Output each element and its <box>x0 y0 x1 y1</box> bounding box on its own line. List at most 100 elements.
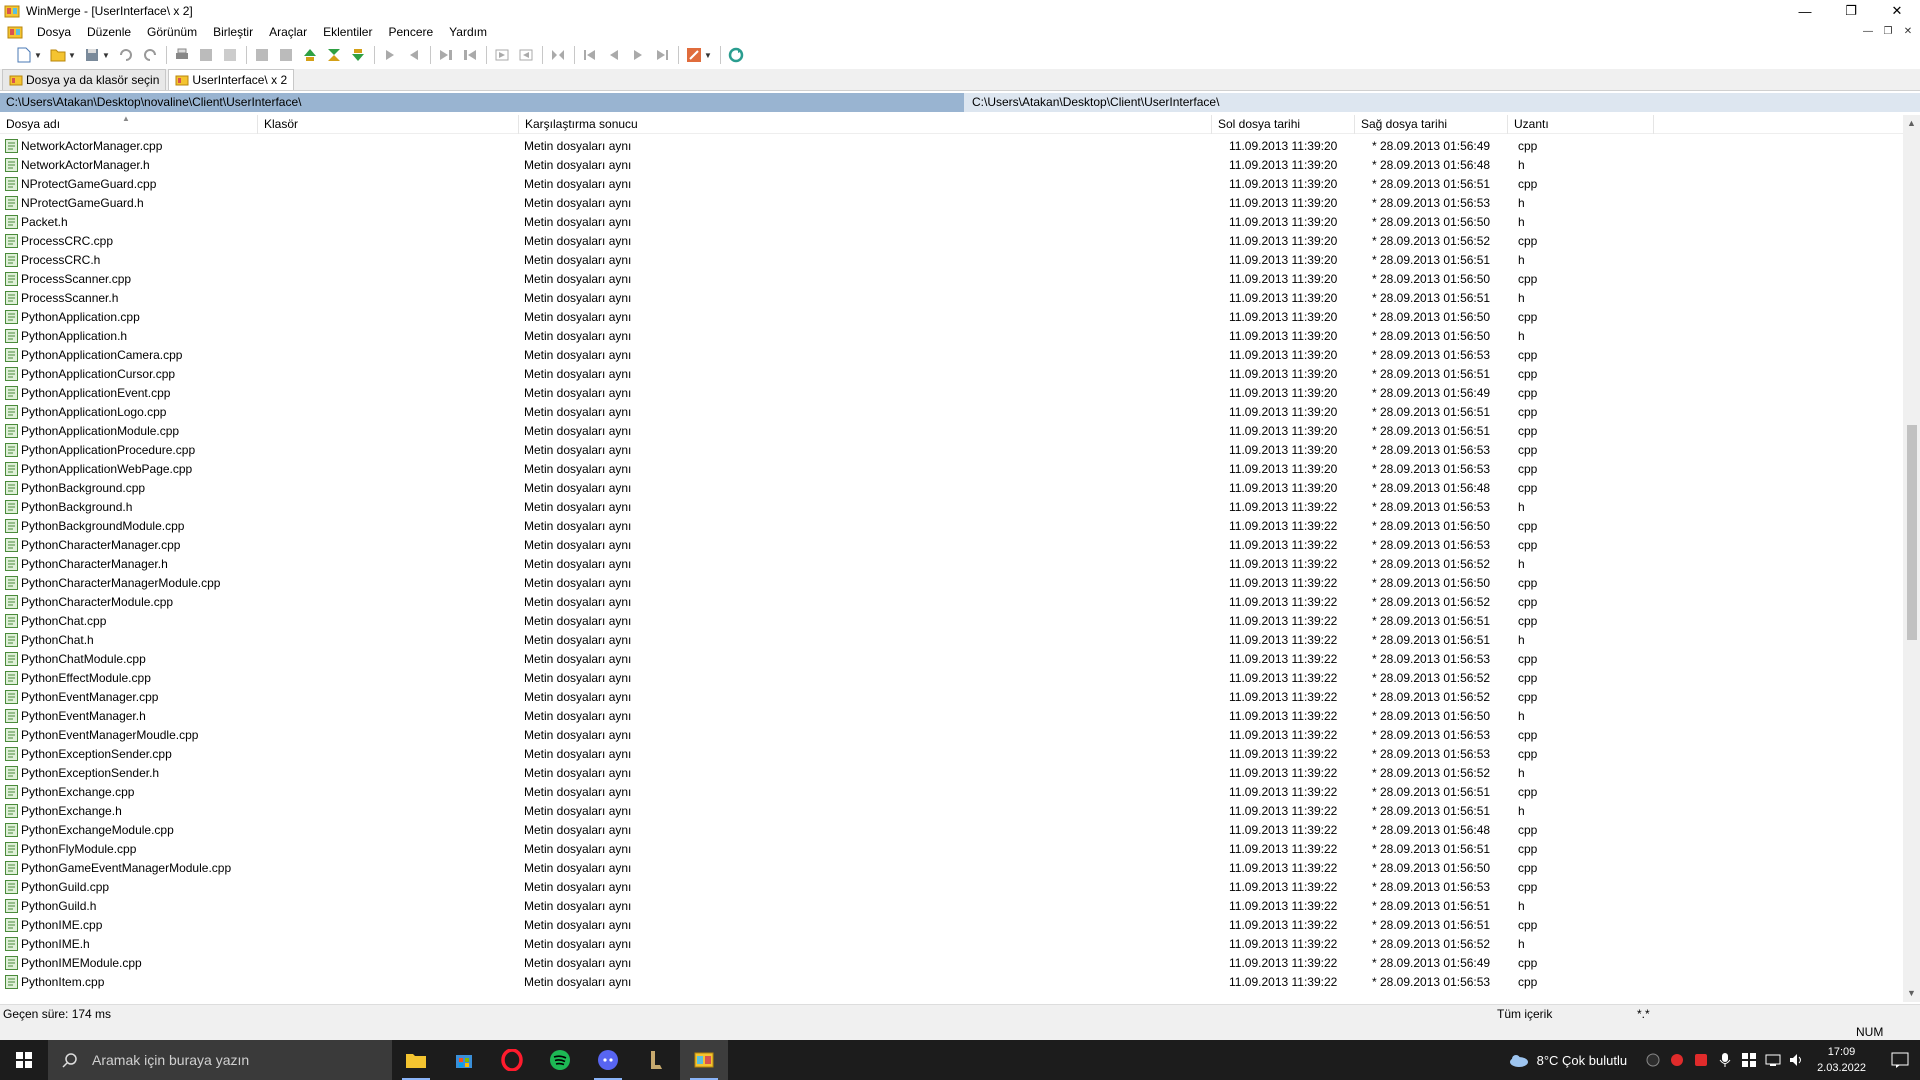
table-row[interactable]: PythonIME.h Metin dosyaları aynı 11.09.201… <box>0 934 1904 953</box>
save-icon[interactable] <box>82 45 102 65</box>
copy-right-advance-icon[interactable] <box>436 45 456 65</box>
table-row[interactable]: PythonBackground.cpp Metin dosyaları aynı… <box>0 478 1904 497</box>
table-row[interactable]: PythonExchangeModule.cpp Metin dosyaları … <box>0 820 1904 839</box>
table-row[interactable]: PythonApplication.h Metin dosyaları aynı 1… <box>0 326 1904 345</box>
mdi-close-button[interactable]: ✕ <box>1898 22 1918 42</box>
tab-select-files[interactable]: Dosya ya da klasör seçin <box>2 69 167 90</box>
file-explorer-icon[interactable] <box>392 1040 440 1080</box>
scroll-thumb[interactable] <box>1907 425 1917 640</box>
table-row[interactable]: PythonGuild.cpp Metin dosyaları aynı 11.09… <box>0 877 1904 896</box>
table-row[interactable]: PythonChat.h Metin dosyaları aynı 11.09.20… <box>0 630 1904 649</box>
table-row[interactable]: PythonExceptionSender.cpp Metin dosyaları… <box>0 744 1904 763</box>
copy-left-icon[interactable] <box>404 45 424 65</box>
right-path[interactable]: C:\Users\Atakan\Desktop\Client\UserInter… <box>964 93 1920 112</box>
menu-dosya[interactable]: Dosya <box>29 22 79 42</box>
table-row[interactable]: PythonApplicationCursor.cpp Metin dosyala… <box>0 364 1904 383</box>
discord-icon[interactable] <box>584 1040 632 1080</box>
network-icon[interactable] <box>1761 1053 1785 1067</box>
mdi-restore-button[interactable]: ❐ <box>1878 22 1898 42</box>
table-row[interactable]: PythonChat.cpp Metin dosyaları aynı 11.09.… <box>0 611 1904 630</box>
spotify-icon[interactable] <box>536 1040 584 1080</box>
restore-button[interactable]: ❐ <box>1828 0 1874 22</box>
vertical-scrollbar[interactable]: ▲ ▼ <box>1903 115 1920 1002</box>
header-left-date[interactable]: Sol dosya tarihi <box>1212 115 1355 134</box>
table-row[interactable]: PythonBackgroundModule.cpp Metin dosyalar… <box>0 516 1904 535</box>
table-row[interactable]: NProtectGameGuard.cpp Metin dosyaları ayn… <box>0 174 1904 193</box>
menu-birlestir[interactable]: Birleştir <box>205 22 261 42</box>
menu-duzenle[interactable]: Düzenle <box>79 22 139 42</box>
microsoft-store-icon[interactable] <box>440 1040 488 1080</box>
taskbar-clock[interactable]: 17:09 2.03.2022 <box>1817 1044 1866 1076</box>
table-row[interactable]: PythonExchange.h Metin dosyaları aynı 11.0… <box>0 801 1904 820</box>
minimize-button[interactable]: — <box>1782 0 1828 22</box>
open-folder-icon[interactable] <box>48 45 68 65</box>
league-of-legends-icon[interactable] <box>632 1040 680 1080</box>
table-row[interactable]: PythonExchange.cpp Metin dosyaları aynı 11… <box>0 782 1904 801</box>
tray-red-app-icon[interactable] <box>1665 1053 1689 1067</box>
volume-icon[interactable] <box>1785 1053 1809 1067</box>
collapse-icon[interactable] <box>276 45 296 65</box>
copy-left-advance-icon[interactable] <box>460 45 480 65</box>
tab-userinterface[interactable]: UserInterface\ x 2 <box>168 69 295 90</box>
table-row[interactable]: PythonApplication.cpp Metin dosyaları ayn… <box>0 307 1904 326</box>
expand-icon[interactable] <box>252 45 272 65</box>
table-row[interactable]: PythonApplicationCamera.cpp Metin dosyala… <box>0 345 1904 364</box>
menu-pencere[interactable]: Pencere <box>380 22 441 42</box>
header-right-date[interactable]: Sağ dosya tarihi <box>1355 115 1508 134</box>
table-row[interactable]: PythonApplicationProcedure.cpp Metin dosy… <box>0 440 1904 459</box>
table-row[interactable]: PythonFlyModule.cpp Metin dosyaları aynı 1… <box>0 839 1904 858</box>
copy-up-icon[interactable] <box>220 45 240 65</box>
table-row[interactable]: PythonCharacterManagerModule.cpp Metin do… <box>0 573 1904 592</box>
weather-widget[interactable]: 8°C Çok bulutlu <box>1507 1052 1627 1068</box>
redo-icon[interactable] <box>140 45 160 65</box>
header-compare-result[interactable]: Karşılaştırma sonucu <box>519 115 1212 134</box>
all-left-icon[interactable] <box>516 45 536 65</box>
table-row[interactable]: NetworkActorManager.cpp Metin dosyaları a… <box>0 136 1904 155</box>
table-row[interactable]: PythonIME.cpp Metin dosyaları aynı 11.09.2… <box>0 915 1904 934</box>
nav-first-icon[interactable] <box>580 45 600 65</box>
new-dropdown-icon[interactable]: ▼ <box>34 51 42 60</box>
table-row[interactable]: PythonApplicationWebPage.cpp Metin dosyal… <box>0 459 1904 478</box>
table-row[interactable]: NetworkActorManager.h Metin dosyaları ayn… <box>0 155 1904 174</box>
notifications-icon[interactable] <box>1880 1052 1920 1068</box>
file-mask[interactable]: *.* <box>1637 1005 1650 1023</box>
table-row[interactable]: Packet.h Metin dosyaları aynı 11.09.2013 1… <box>0 212 1904 231</box>
table-row[interactable]: PythonCharacterManager.h Metin dosyaları … <box>0 554 1904 573</box>
table-row[interactable]: PythonEventManager.cpp Metin dosyaları ay… <box>0 687 1904 706</box>
open-dropdown-icon[interactable]: ▼ <box>68 51 76 60</box>
table-row[interactable]: PythonChatModule.cpp Metin dosyaları aynı… <box>0 649 1904 668</box>
table-row[interactable]: PythonBackground.h Metin dosyaları aynı 11… <box>0 497 1904 516</box>
refresh-icon[interactable] <box>726 45 746 65</box>
nav-last-icon[interactable] <box>652 45 672 65</box>
content-filter[interactable]: Tüm içerik <box>1497 1005 1552 1023</box>
scroll-down-icon[interactable]: ▼ <box>1903 985 1920 1002</box>
table-row[interactable]: PythonIMEModule.cpp Metin dosyaları aynı 1… <box>0 953 1904 972</box>
microphone-icon[interactable] <box>1713 1052 1737 1068</box>
options-dropdown-icon[interactable]: ▼ <box>704 51 712 60</box>
close-button[interactable]: ✕ <box>1874 0 1920 22</box>
menu-yardim[interactable]: Yardım <box>441 22 495 42</box>
menu-araclar[interactable]: Araçlar <box>261 22 315 42</box>
save-dropdown-icon[interactable]: ▼ <box>102 51 110 60</box>
table-row[interactable]: ProcessScanner.cpp Metin dosyaları aynı 11… <box>0 269 1904 288</box>
tray-app-icon[interactable] <box>1641 1053 1665 1067</box>
opera-browser-icon[interactable] <box>488 1040 536 1080</box>
table-row[interactable]: PythonGuild.h Metin dosyaları aynı 11.09.2… <box>0 896 1904 915</box>
menu-eklentiler[interactable]: Eklentiler <box>315 22 380 42</box>
copy-down-icon[interactable] <box>196 45 216 65</box>
nav-prev-icon[interactable] <box>604 45 624 65</box>
header-folder[interactable]: Klasör <box>258 115 519 134</box>
last-diff-icon[interactable] <box>348 45 368 65</box>
mdi-minimize-button[interactable]: — <box>1858 22 1878 42</box>
table-row[interactable]: PythonEventManager.h Metin dosyaları aynı… <box>0 706 1904 725</box>
table-row[interactable]: PythonItem.cpp Metin dosyaları aynı 11.09.… <box>0 972 1904 991</box>
table-row[interactable]: ProcessScanner.h Metin dosyaları aynı 11.0… <box>0 288 1904 307</box>
first-diff-icon[interactable] <box>300 45 320 65</box>
tray-game-icon[interactable] <box>1689 1053 1713 1067</box>
scroll-up-icon[interactable]: ▲ <box>1903 115 1920 132</box>
nav-next-icon[interactable] <box>628 45 648 65</box>
left-path[interactable]: C:\Users\Atakan\Desktop\novaline\Client\… <box>0 93 964 112</box>
copy-right-icon[interactable] <box>380 45 400 65</box>
table-row[interactable]: PythonApplicationModule.cpp Metin dosyala… <box>0 421 1904 440</box>
winmerge-taskbar-icon[interactable] <box>680 1040 728 1080</box>
